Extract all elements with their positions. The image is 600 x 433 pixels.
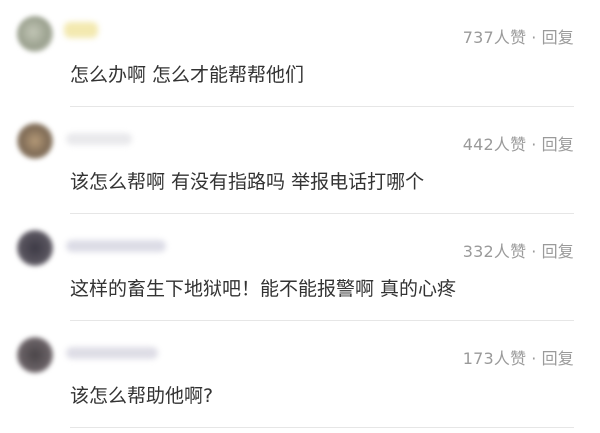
comment-item: 332人赞 · 回复 这样的畜生下地狱吧！能不能报警啊 真的心疼 xyxy=(0,214,600,321)
separator-dot: · xyxy=(531,349,537,368)
avatar[interactable] xyxy=(17,230,53,266)
username-blurred[interactable] xyxy=(64,22,98,38)
comment-list: 737人赞 · 回复 怎么办啊 怎么才能帮帮他们 442人赞 · 回复 该怎么帮啊 有没… xyxy=(0,0,600,433)
like-count-button[interactable]: 332人赞 xyxy=(463,242,527,261)
like-count-button[interactable]: 442人赞 xyxy=(463,135,527,154)
avatar[interactable] xyxy=(17,16,53,52)
reply-button[interactable]: 回复 xyxy=(542,135,574,154)
like-count-button[interactable]: 173人赞 xyxy=(463,349,527,368)
comment-text: 这样的畜生下地狱吧！能不能报警啊 真的心疼 xyxy=(70,278,457,300)
like-count-button[interactable]: 737人赞 xyxy=(463,28,527,47)
separator-dot: · xyxy=(531,135,537,154)
divider xyxy=(70,427,574,428)
separator-dot: · xyxy=(531,242,537,261)
username-blurred[interactable] xyxy=(66,347,158,359)
comment-meta: 173人赞 · 回复 xyxy=(463,345,574,369)
reply-button[interactable]: 回复 xyxy=(542,242,574,261)
comment-text: 该怎么帮助他啊? xyxy=(70,385,214,407)
comment-item: 442人赞 · 回复 该怎么帮啊 有没有指路吗 举报电话打哪个 xyxy=(0,107,600,214)
comment-text: 怎么办啊 怎么才能帮帮他们 xyxy=(70,64,305,86)
comment-meta: 442人赞 · 回复 xyxy=(463,131,574,155)
comment-meta: 332人赞 · 回复 xyxy=(463,238,574,262)
reply-button[interactable]: 回复 xyxy=(542,28,574,47)
comment-item: 173人赞 · 回复 该怎么帮助他啊? xyxy=(0,321,600,428)
comment-meta: 737人赞 · 回复 xyxy=(463,24,574,48)
username-blurred[interactable] xyxy=(66,240,166,252)
avatar[interactable] xyxy=(17,123,53,159)
username-blurred[interactable] xyxy=(66,133,132,145)
reply-button[interactable]: 回复 xyxy=(542,349,574,368)
avatar[interactable] xyxy=(17,337,53,373)
comment-text: 该怎么帮啊 有没有指路吗 举报电话打哪个 xyxy=(70,171,425,193)
comment-item: 737人赞 · 回复 怎么办啊 怎么才能帮帮他们 xyxy=(0,0,600,107)
separator-dot: · xyxy=(531,28,537,47)
